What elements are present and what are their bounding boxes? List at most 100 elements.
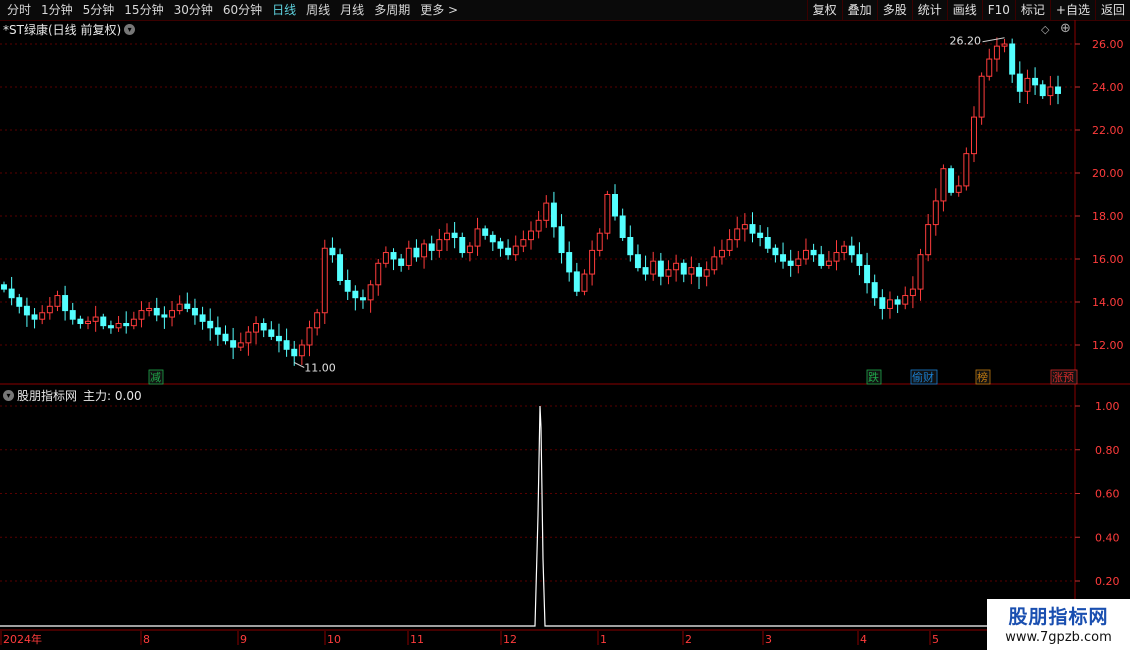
low-label: 11.00 xyxy=(304,362,336,375)
xaxis-label: 4 xyxy=(860,633,867,646)
candle-body xyxy=(123,323,130,327)
event-marker-text[interactable]: 榜 xyxy=(977,370,988,384)
candle-body xyxy=(825,260,832,266)
low-pointer xyxy=(294,362,305,368)
candle-body xyxy=(39,312,46,320)
candle-body xyxy=(673,262,680,271)
candle-body xyxy=(1047,86,1054,97)
candle-body xyxy=(971,116,977,155)
diamond-icon[interactable]: ◇ xyxy=(1041,23,1049,36)
candle-body xyxy=(16,297,23,307)
candle-body xyxy=(466,245,473,254)
event-marker-text[interactable]: 跌 xyxy=(868,370,879,384)
candle-body xyxy=(207,320,214,329)
candle-body xyxy=(46,305,53,314)
chevron-down-icon[interactable]: ▾ xyxy=(3,390,14,401)
candle-body xyxy=(696,267,703,277)
candle-body xyxy=(314,312,321,329)
candle-body xyxy=(657,260,664,277)
candle-body xyxy=(711,256,718,271)
xaxis-label: 1 xyxy=(600,633,607,646)
candle-body xyxy=(1039,84,1046,97)
price-tick-label: 26.00 xyxy=(1092,38,1124,51)
candle-body xyxy=(444,232,450,241)
candle-body xyxy=(1055,86,1061,94)
candle-body xyxy=(382,252,389,264)
price-tick-label: 12.00 xyxy=(1092,339,1124,352)
event-marker-text[interactable]: 偷财 xyxy=(912,370,934,384)
candle-body xyxy=(955,185,962,193)
candle-body xyxy=(909,288,916,297)
candle-body xyxy=(482,228,489,236)
candle-body xyxy=(191,307,198,316)
xaxis-label: 10 xyxy=(327,633,341,646)
plus-icon[interactable]: ⊕ xyxy=(1060,21,1071,36)
candle-body xyxy=(253,323,260,333)
xaxis-label: 9 xyxy=(240,633,247,646)
candle-body xyxy=(489,234,496,243)
candle-body xyxy=(54,295,61,307)
candle-body xyxy=(245,331,252,344)
candle-body xyxy=(886,299,893,309)
candle-body xyxy=(291,348,298,357)
candle-body xyxy=(818,254,825,266)
xaxis-label: 5 xyxy=(932,633,939,646)
candle-body xyxy=(359,297,366,301)
price-tick-label: 16.00 xyxy=(1092,253,1124,266)
xaxis-label: 8 xyxy=(143,633,150,646)
candle-body xyxy=(718,249,725,258)
candle-body xyxy=(871,282,878,299)
candle-body xyxy=(550,202,557,228)
candle-body xyxy=(306,327,313,346)
indicator-title[interactable]: ▾ 股朋指标网 主力: 0.00 xyxy=(3,387,142,404)
candle-body xyxy=(344,280,351,292)
xaxis-label: 2024年 xyxy=(3,632,42,646)
event-markers: 减 跌 偷财 榜 涨预 xyxy=(148,369,1078,385)
candle-body xyxy=(1024,77,1031,92)
candle-body xyxy=(795,258,802,266)
stock-title[interactable]: *ST绿康(日线 前复权) ▾ xyxy=(3,21,136,38)
price-tick-label: 24.00 xyxy=(1092,81,1124,94)
candle-body xyxy=(512,245,519,256)
candle-body xyxy=(566,252,573,273)
high-label: 26.20 xyxy=(950,35,982,48)
candle-body xyxy=(726,239,733,251)
candle-body xyxy=(627,237,634,256)
watermark-url: www.7gpzb.com xyxy=(1005,630,1112,645)
price-tick-labels: 26.00 24.00 22.00 20.00 18.00 16.00 14.00 12.00 xyxy=(1075,38,1124,352)
candle-body xyxy=(100,316,107,327)
candle-body xyxy=(405,247,412,266)
kline-chart[interactable]: 26.00 24.00 22.00 20.00 18.00 16.00 14.00 12.00… xyxy=(0,0,1130,650)
candle-body xyxy=(237,342,244,348)
candle-body xyxy=(558,226,565,254)
candle-body xyxy=(963,153,970,187)
indicator-tick-label: 0.20 xyxy=(1095,575,1120,588)
candle-body xyxy=(1009,43,1016,75)
candle-body xyxy=(841,245,848,254)
candle-body xyxy=(581,273,588,292)
candle-body xyxy=(864,264,871,284)
candle-body xyxy=(505,247,512,256)
candle-body xyxy=(917,254,924,290)
candle-body xyxy=(92,316,99,322)
candle-body xyxy=(298,344,305,357)
indicator-tick-label: 1.00 xyxy=(1095,400,1120,413)
watermark-title: 股朋指标网 xyxy=(1008,606,1109,628)
event-marker-text[interactable]: 涨预 xyxy=(1052,371,1074,384)
candle-body xyxy=(153,307,160,316)
candle-body xyxy=(1016,73,1023,92)
candle-body xyxy=(184,303,191,309)
candle-body xyxy=(650,260,657,275)
candle-body xyxy=(764,237,771,249)
candle-body xyxy=(23,305,30,316)
candle-body xyxy=(978,75,985,118)
chevron-down-icon[interactable]: ▾ xyxy=(124,24,136,35)
candle-body xyxy=(451,232,458,238)
candle-body xyxy=(375,262,382,286)
candle-body xyxy=(932,200,939,226)
candle-body xyxy=(31,314,38,320)
candle-body xyxy=(535,219,542,232)
event-marker-text[interactable]: 减 xyxy=(150,371,161,384)
candle-body xyxy=(130,318,137,327)
candle-body xyxy=(260,323,267,331)
